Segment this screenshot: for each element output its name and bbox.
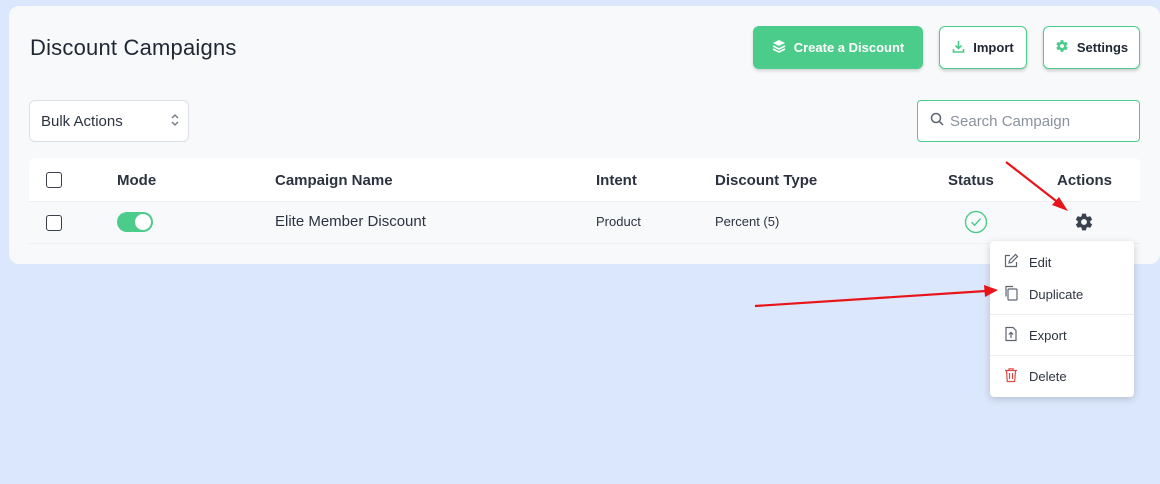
menu-item-duplicate[interactable]: Duplicate (990, 279, 1134, 309)
menu-item-label: Export (1029, 327, 1067, 343)
settings-label: Settings (1076, 40, 1129, 55)
select-all-checkbox[interactable] (46, 172, 62, 188)
campaign-name: Elite Member Discount (275, 213, 426, 230)
bulk-actions-select[interactable]: Bulk Actions (29, 100, 189, 142)
row-checkbox[interactable] (46, 215, 62, 231)
chevron-updown-icon (170, 112, 180, 132)
column-status: Status (948, 172, 994, 189)
menu-item-delete[interactable]: Delete (990, 361, 1134, 391)
copy-icon (1003, 285, 1019, 304)
menu-item-export[interactable]: Export (990, 320, 1134, 350)
menu-divider (990, 355, 1134, 356)
import-label: Import (973, 40, 1014, 55)
create-discount-label: Create a Discount (793, 40, 905, 55)
column-intent: Intent (596, 172, 637, 189)
check-circle-icon (964, 210, 988, 239)
bulk-actions-label: Bulk Actions (41, 112, 123, 130)
download-icon (952, 40, 965, 56)
table-row: Elite Member Discount Product Percent (5… (29, 202, 1140, 244)
mode-toggle[interactable] (117, 212, 153, 232)
column-campaign-name: Campaign Name (275, 172, 393, 189)
row-actions-menu: Edit Duplicate Export Delete (990, 241, 1134, 397)
annotation-arrow-duplicate (754, 285, 998, 308)
search-campaign-field[interactable] (917, 100, 1140, 142)
menu-item-edit[interactable]: Edit (990, 247, 1134, 277)
row-actions-gear-icon[interactable] (1074, 212, 1094, 237)
column-discount-type: Discount Type (715, 172, 818, 189)
search-campaign-input[interactable] (950, 112, 1130, 130)
gear-icon (1055, 39, 1069, 56)
column-actions: Actions (1057, 172, 1113, 189)
search-icon (930, 112, 944, 131)
campaigns-card: Discount Campaigns Create a Discount Imp… (9, 6, 1160, 264)
layers-icon (772, 39, 786, 56)
create-discount-button[interactable]: Create a Discount (753, 26, 923, 69)
column-mode: Mode (117, 172, 157, 189)
edit-icon (1003, 253, 1019, 272)
campaigns-table: Mode Campaign Name Intent Discount Type … (29, 158, 1140, 244)
menu-item-label: Duplicate (1029, 286, 1084, 302)
trash-icon (1003, 367, 1019, 386)
campaign-intent: Product (596, 214, 641, 229)
menu-item-label: Delete (1029, 368, 1067, 384)
menu-item-label: Edit (1029, 254, 1052, 270)
menu-divider (990, 314, 1134, 315)
campaign-discount-type: Percent (5) (715, 214, 780, 229)
table-header: Mode Campaign Name Intent Discount Type … (29, 158, 1140, 202)
import-button[interactable]: Import (939, 26, 1027, 69)
page-title: Discount Campaigns (30, 35, 237, 60)
settings-button[interactable]: Settings (1043, 26, 1140, 69)
export-icon (1003, 326, 1019, 345)
toggle-knob (135, 214, 151, 230)
